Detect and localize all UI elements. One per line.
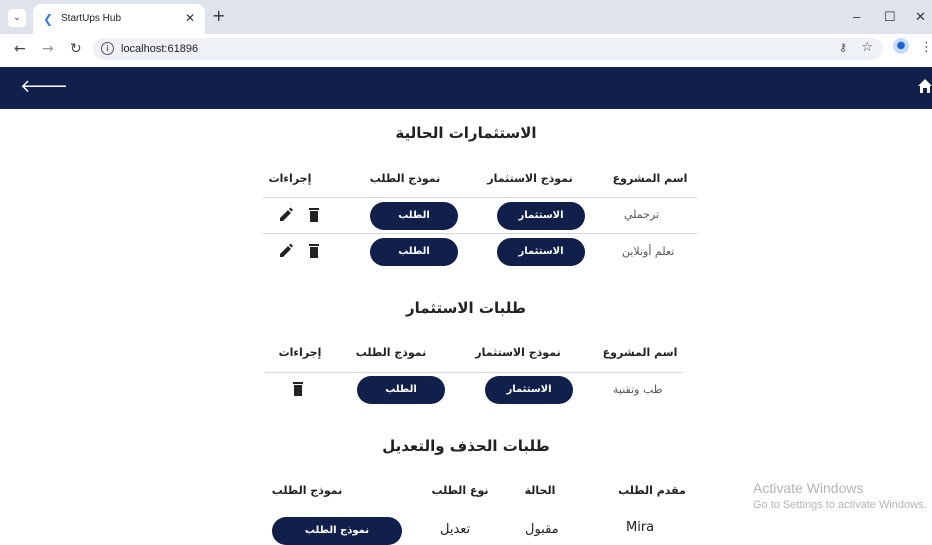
tab-title: StartUps Hub xyxy=(61,13,122,24)
reload-icon[interactable]: ↻ xyxy=(70,41,82,57)
omnibox[interactable]: i localhost:61896 ⚷ ☆ xyxy=(93,38,883,60)
header-divider xyxy=(263,197,697,198)
header-applicant: مقدم الطلب xyxy=(618,484,686,497)
header-status: الحالة xyxy=(524,484,556,497)
profile-avatar-icon[interactable]: ● xyxy=(893,38,909,54)
minimize-button[interactable]: – xyxy=(853,9,860,25)
browser-menu-icon[interactable]: ⋮ xyxy=(920,40,932,55)
site-info-icon[interactable]: i xyxy=(101,42,114,55)
request-type-cell: تعديل xyxy=(440,522,471,537)
close-tab-icon[interactable]: ✕ xyxy=(185,11,195,25)
request-form-button[interactable]: الطلب xyxy=(370,202,458,230)
close-window-button[interactable]: ✕ xyxy=(915,9,926,25)
header-actions: إجراءات xyxy=(278,346,322,359)
back-nav-icon[interactable]: ← xyxy=(14,41,26,57)
applicant-cell: Mira xyxy=(626,520,655,535)
app-bar: 🡐 xyxy=(0,67,932,109)
header-request-form: نموذج الطلب xyxy=(355,346,427,359)
delete-edit-requests-title: طلبات الحذف والتعديل xyxy=(382,437,550,455)
header-investment-form: نموذج الاستثمار xyxy=(475,346,561,359)
forward-nav-icon[interactable]: → xyxy=(42,41,54,57)
tab-search-button[interactable]: ⌄ xyxy=(8,9,26,27)
delete-trash-icon[interactable] xyxy=(307,243,321,259)
bookmark-star-icon[interactable]: ☆ xyxy=(861,40,873,55)
request-form-button[interactable]: الطلب xyxy=(357,376,445,404)
activate-windows-hint: Go to Settings to activate Windows. xyxy=(753,499,927,511)
url-text[interactable]: localhost:61896 xyxy=(121,42,198,56)
header-request-type: نوع الطلب xyxy=(431,484,489,497)
maximize-button[interactable]: ☐ xyxy=(884,9,896,25)
edit-pencil-icon[interactable] xyxy=(279,207,293,223)
investment-form-button[interactable]: الاستثمار xyxy=(497,202,585,230)
activate-windows-watermark: Activate Windows xyxy=(753,480,864,496)
investment-form-button[interactable]: الاستثمار xyxy=(485,376,573,404)
status-cell: مقبول xyxy=(525,522,559,537)
header-actions: إجراءات xyxy=(268,172,312,185)
project-name-cell: طب وتقنية xyxy=(613,383,663,396)
project-name-cell: ترجملي xyxy=(624,208,660,221)
header-project-name: اسم المشروع xyxy=(612,172,688,185)
new-tab-icon[interactable]: + xyxy=(212,8,225,24)
browser-tab-strip: ⌄ ❮ StartUps Hub ✕ + – ☐ ✕ xyxy=(0,0,932,34)
project-name-cell: تعلم أونلاين xyxy=(622,245,675,258)
request-form-button[interactable]: الطلب xyxy=(370,238,458,266)
investment-form-button[interactable]: الاستثمار xyxy=(497,238,585,266)
header-project-name: اسم المشروع xyxy=(602,346,678,359)
address-bar-row: ← → ↻ i localhost:61896 ⚷ ☆ ● ⋮ xyxy=(0,34,932,64)
edit-pencil-icon[interactable] xyxy=(279,243,293,259)
current-investments-title: الاستثمارات الحالية xyxy=(395,124,537,142)
header-request-form: نموذج الطلب xyxy=(271,484,343,497)
delete-trash-icon[interactable] xyxy=(291,381,305,397)
password-key-icon[interactable]: ⚷ xyxy=(839,41,847,54)
investment-requests-title: طلبات الاستثمار xyxy=(406,299,526,317)
browser-tab[interactable]: ❮ StartUps Hub ✕ xyxy=(33,4,205,34)
delete-trash-icon[interactable] xyxy=(307,207,321,223)
back-arrow-icon[interactable]: 🡐 xyxy=(20,77,68,97)
header-request-form: نموذج الطلب xyxy=(369,172,441,185)
home-icon[interactable] xyxy=(918,78,932,94)
header-investment-form: نموذج الاستثمار xyxy=(487,172,573,185)
flutter-favicon-icon: ❮ xyxy=(43,12,54,26)
request-form-button[interactable]: نموذج الطلب xyxy=(272,517,402,545)
header-divider xyxy=(265,372,683,373)
row-divider xyxy=(263,233,697,234)
